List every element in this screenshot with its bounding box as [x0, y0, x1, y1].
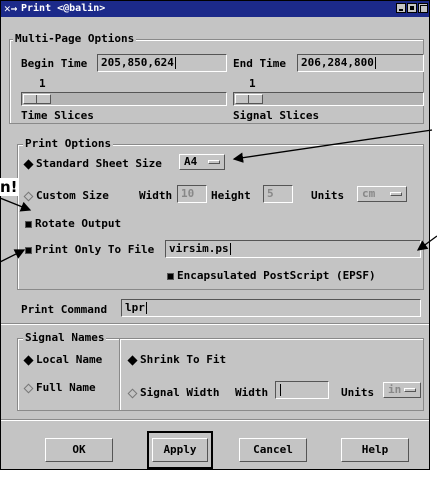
- arrow-to-sheet-size: [232, 129, 433, 163]
- arrow-to-file-field: [416, 235, 437, 251]
- arrow-to-print-file: [0, 249, 26, 263]
- annotation-arrows: [0, 129, 437, 263]
- arrow-to-rotate: [0, 197, 32, 212]
